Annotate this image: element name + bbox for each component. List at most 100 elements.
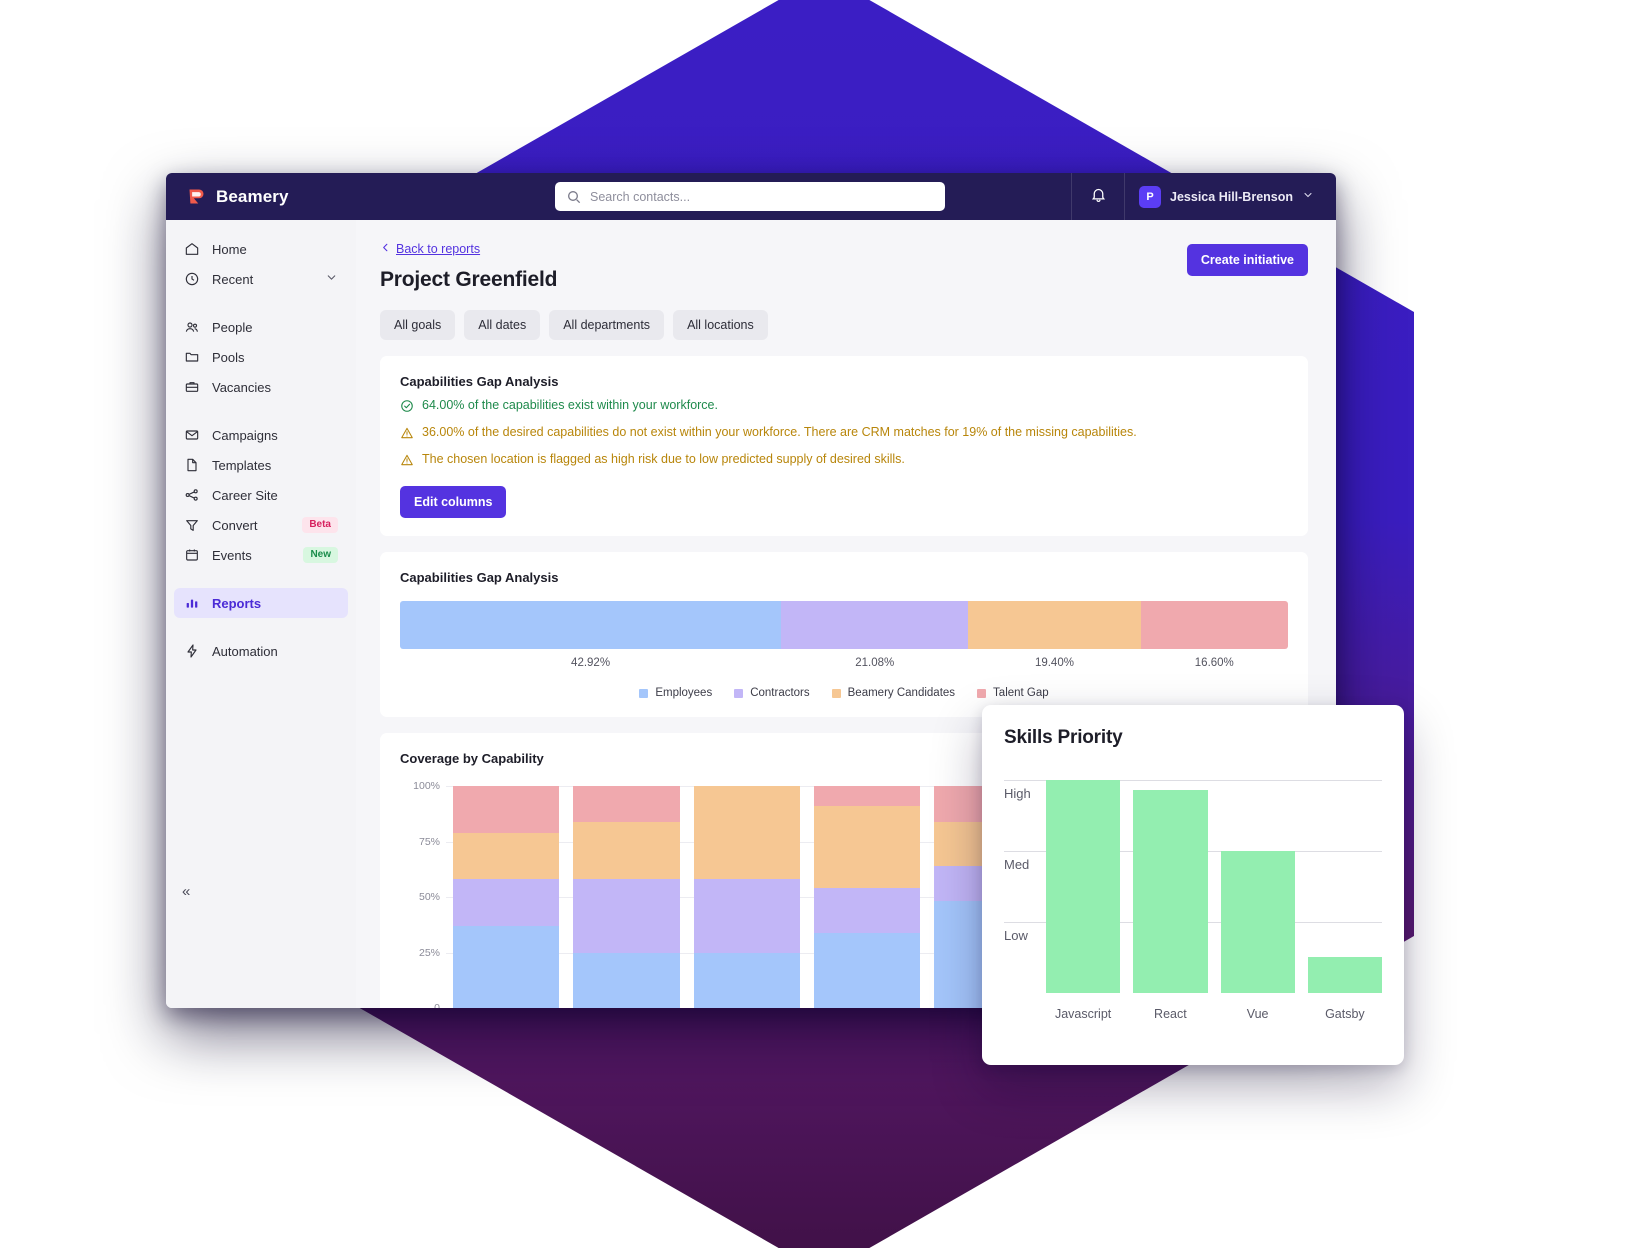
column-segment[interactable]: [693, 786, 800, 880]
legend-label: Talent Gap: [993, 687, 1049, 699]
page-title: Project Greenfield: [380, 268, 558, 291]
column-segment[interactable]: [693, 952, 800, 1008]
user-name: Jessica Hill-Brenson: [1170, 189, 1293, 204]
y-axis-tick-label: 25%: [418, 946, 440, 959]
statement-text: The chosen location is flagged as high r…: [422, 452, 905, 466]
skills-priority-bar[interactable]: [1307, 957, 1382, 993]
column-segment[interactable]: [453, 786, 560, 833]
statement-capabilities-missing: 36.00% of the desired capabilities do no…: [400, 425, 1288, 443]
capabilities-gap-value-labels: 42.92% 21.08% 19.40% 16.60%: [400, 657, 1288, 679]
stacked-column[interactable]: [446, 786, 566, 1008]
folder-icon: [184, 349, 200, 365]
stacked-segment-contractors[interactable]: [781, 601, 969, 649]
column-segment[interactable]: [813, 932, 921, 1008]
sidebar-item-events[interactable]: Events New: [174, 540, 348, 570]
statement-capabilities-exist: 64.00% of the capabilities exist within …: [400, 398, 1288, 416]
column-segment[interactable]: [573, 821, 680, 880]
legend-item[interactable]: Beamery Candidates: [831, 687, 955, 699]
search-input[interactable]: [590, 189, 934, 204]
user-menu[interactable]: P Jessica Hill-Brenson: [1125, 173, 1322, 220]
filter-all-dates[interactable]: All dates: [464, 310, 541, 340]
filter-all-locations[interactable]: All locations: [673, 310, 768, 340]
x-axis-tick-label: React: [1154, 1007, 1187, 1021]
document-icon: [184, 457, 200, 473]
sidebar-item-label: Pools: [212, 349, 245, 365]
sidebar-item-home[interactable]: Home: [174, 234, 348, 264]
sidebar-item-reports[interactable]: Reports: [174, 588, 348, 618]
warning-triangle-icon: [400, 426, 414, 443]
filter-all-departments[interactable]: All departments: [549, 310, 665, 340]
column-segment[interactable]: [573, 786, 680, 822]
sidebar-item-convert[interactable]: Convert Beta: [174, 510, 348, 540]
column-segment[interactable]: [813, 806, 921, 889]
sidebar-item-templates[interactable]: Templates: [174, 450, 348, 480]
column-segment[interactable]: [813, 888, 921, 933]
back-to-reports-link[interactable]: Back to reports: [380, 242, 480, 256]
stacked-segment-employees[interactable]: [400, 601, 782, 649]
create-initiative-button[interactable]: Create initiative: [1186, 244, 1308, 276]
stacked-segment-beamery-candidates[interactable]: [968, 601, 1141, 649]
chart-title: Capabilities Gap Analysis: [400, 570, 559, 585]
search-box[interactable]: [555, 182, 945, 211]
sidebar-item-pools[interactable]: Pools: [174, 342, 348, 372]
column-segment[interactable]: [573, 879, 680, 953]
column-segment[interactable]: [693, 879, 800, 953]
sidebar-item-campaigns[interactable]: Campaigns: [174, 420, 348, 450]
sidebar-item-label: Reports: [212, 595, 262, 611]
sidebar-item-people[interactable]: People: [174, 312, 348, 342]
sidebar-item-label: Convert: [212, 517, 258, 533]
topbar-right-group: P Jessica Hill-Brenson: [1071, 173, 1322, 220]
statement-text: 36.00% of the desired capabilities do no…: [422, 425, 1137, 439]
legend-swatch: [831, 688, 841, 698]
legend-item[interactable]: Contractors: [734, 687, 810, 699]
sidebar-item-label: Vacancies: [212, 379, 272, 395]
clock-icon: [184, 271, 200, 287]
legend-swatch: [734, 688, 744, 698]
skills-priority-chart[interactable]: High Med Low Javascript React Vue Gatsby: [1004, 765, 1382, 1033]
legend-item[interactable]: Talent Gap: [977, 687, 1049, 699]
brand-logo[interactable]: Beamery: [166, 186, 356, 207]
edit-columns-button[interactable]: Edit columns: [400, 486, 507, 518]
legend-item[interactable]: Employees: [639, 687, 712, 699]
column-segment[interactable]: [453, 925, 560, 1008]
column-segment[interactable]: [453, 879, 560, 926]
y-axis-tick-label: 0: [434, 1002, 440, 1008]
warning-triangle-icon: [400, 453, 414, 470]
column-segment[interactable]: [813, 786, 921, 807]
x-axis-tick-label: Gatsby: [1325, 1007, 1365, 1021]
sidebar-item-automation[interactable]: Automation: [174, 636, 348, 666]
filter-all-goals[interactable]: All goals: [380, 310, 456, 340]
skills-priority-bar[interactable]: [1133, 790, 1208, 993]
notifications-button[interactable]: [1072, 173, 1124, 220]
search-icon: [566, 189, 582, 205]
avatar: P: [1139, 185, 1162, 208]
collapse-sidebar-button[interactable]: «: [182, 883, 190, 900]
envelope-icon: [184, 427, 200, 443]
capabilities-gap-legend: Employees Contractors Beamery Candidates Ta…: [400, 687, 1288, 699]
y-axis-tick-label: Low: [1004, 927, 1028, 943]
segment-value-label: 42.92%: [571, 657, 611, 669]
calendar-icon: [184, 547, 200, 563]
column-segment[interactable]: [573, 952, 680, 1008]
skills-priority-bar[interactable]: [1046, 779, 1121, 993]
sidebar-item-career-site[interactable]: Career Site: [174, 480, 348, 510]
sidebar-item-recent[interactable]: Recent: [174, 264, 348, 294]
top-navigation-bar: Beamery P Jessica Hill-B: [166, 173, 1336, 220]
sidebar-item-label: Home: [212, 241, 247, 257]
bell-icon: [1090, 186, 1107, 208]
chevron-down-icon[interactable]: [325, 271, 338, 287]
stacked-column[interactable]: [807, 786, 927, 1008]
skills-priority-bar[interactable]: [1220, 850, 1295, 993]
capabilities-gap-stacked-bar[interactable]: [400, 601, 1288, 649]
y-axis-tick-label: High: [1004, 785, 1031, 801]
chevron-left-icon: [380, 242, 391, 256]
stacked-column[interactable]: [687, 786, 807, 1008]
stacked-column[interactable]: [566, 786, 686, 1008]
column-segment[interactable]: [453, 832, 560, 880]
legend-swatch: [977, 688, 987, 698]
stacked-segment-talent-gap[interactable]: [1140, 601, 1288, 649]
sidebar-item-vacancies[interactable]: Vacancies: [174, 372, 348, 402]
